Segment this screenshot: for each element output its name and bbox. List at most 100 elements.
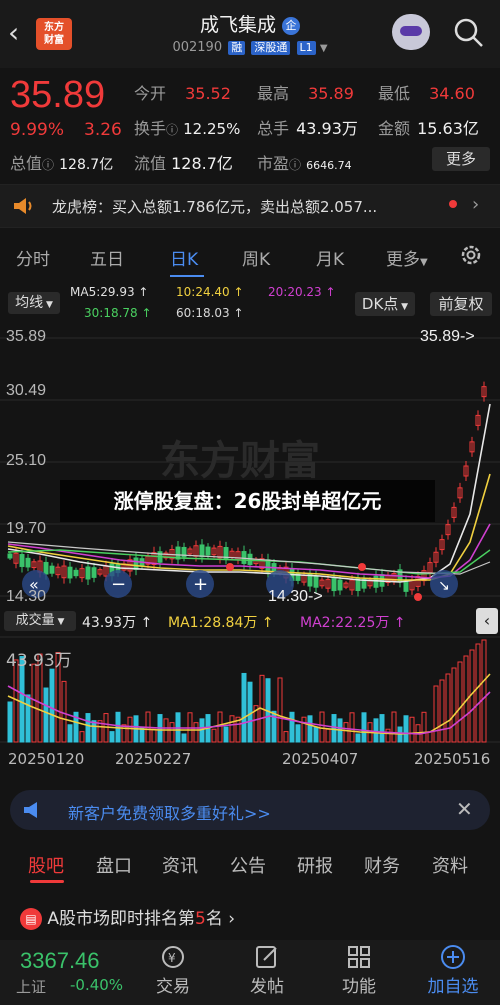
search-icon[interactable] bbox=[452, 16, 486, 50]
dk-marker[interactable] bbox=[358, 563, 366, 571]
dk-point-button[interactable]: DK点 ▼ bbox=[355, 292, 415, 316]
volume-bar bbox=[151, 728, 157, 743]
low-row: 最低 34.60 bbox=[378, 80, 475, 104]
volume-bar bbox=[349, 712, 355, 743]
tab-pankou[interactable]: 盘口 bbox=[96, 852, 132, 878]
tab-news[interactable]: 资讯 bbox=[162, 852, 198, 878]
candle-body bbox=[337, 579, 343, 591]
speaker-icon bbox=[14, 198, 32, 214]
float-cap-label: 流值 bbox=[134, 154, 167, 173]
y-axis-label: 30.49 bbox=[6, 382, 47, 399]
volume-bar bbox=[229, 715, 235, 743]
index-change: -0.40% bbox=[70, 976, 124, 994]
candle-body bbox=[313, 575, 319, 588]
trade-icon[interactable]: ¥ bbox=[160, 944, 186, 970]
volume-bar bbox=[319, 711, 325, 743]
tab-more-label: 更多 bbox=[386, 250, 420, 270]
volume-bar bbox=[331, 714, 337, 743]
unread-dot bbox=[449, 200, 457, 208]
volume-bar bbox=[421, 711, 427, 743]
x-axis-date: 20250227 bbox=[115, 750, 192, 768]
rank-text: A股市场即时排名第 bbox=[47, 909, 196, 929]
low-price-marker: 14.30-> bbox=[268, 588, 323, 605]
amount-row: 金额 15.63亿 bbox=[378, 115, 479, 139]
volume-bar bbox=[325, 728, 331, 743]
volume-bar bbox=[355, 733, 361, 743]
high-label: 最高 bbox=[257, 84, 290, 103]
candle-body bbox=[67, 566, 73, 579]
index-value[interactable]: 3367.46 bbox=[20, 948, 100, 974]
float-cap-value: 128.7亿 bbox=[171, 154, 233, 173]
candle-body bbox=[49, 565, 55, 574]
more-button[interactable]: 更多 bbox=[432, 147, 490, 171]
volume-indicator-select[interactable]: 成交量 ▼ bbox=[4, 611, 76, 631]
settings-gear-icon[interactable] bbox=[458, 242, 484, 268]
stock-code: 002190 bbox=[172, 40, 223, 55]
promo-text[interactable]: 新客户免费领取多重好礼>> bbox=[68, 800, 271, 824]
volume-bar bbox=[25, 694, 31, 743]
compose-icon[interactable] bbox=[254, 944, 280, 970]
candle-body bbox=[91, 567, 97, 578]
level-tag: L1 bbox=[296, 41, 316, 55]
amount-label: 金额 bbox=[378, 119, 411, 138]
active-section-indicator bbox=[30, 880, 64, 883]
volume-bar bbox=[307, 715, 313, 743]
volume-bar bbox=[247, 681, 253, 743]
tab-finance[interactable]: 财务 bbox=[364, 852, 400, 878]
tab-weekly-k[interactable]: 周K bbox=[242, 245, 270, 270]
collapse-button[interactable]: ‹ bbox=[476, 608, 498, 634]
info-icon[interactable]: ⓘ bbox=[166, 123, 178, 137]
chevron-right-icon[interactable]: › bbox=[472, 194, 479, 215]
info-icon[interactable]: ⓘ bbox=[42, 158, 54, 172]
connect-tag: 深股通 bbox=[251, 41, 291, 55]
volume-max-label: 43.93万 bbox=[6, 651, 72, 671]
candle-body bbox=[205, 546, 211, 556]
tab-intraday[interactable]: 分时 bbox=[16, 245, 50, 270]
active-tab-indicator bbox=[170, 275, 204, 277]
dropdown-icon[interactable]: ▼ bbox=[320, 43, 328, 54]
volume-ma2: MA2:22.25万 ↑ bbox=[300, 615, 406, 631]
close-icon[interactable]: ✕ bbox=[456, 797, 473, 821]
nav-functions[interactable]: 功能 bbox=[324, 972, 394, 997]
tab-announcements[interactable]: 公告 bbox=[230, 852, 266, 878]
volume-bar bbox=[439, 679, 445, 743]
dk-marker[interactable] bbox=[226, 563, 234, 571]
x-axis-date: 20250120 bbox=[8, 750, 85, 768]
last-price: 35.89 bbox=[10, 74, 106, 116]
volume-bar bbox=[7, 701, 13, 743]
info-icon[interactable]: ⓘ bbox=[289, 158, 301, 172]
enterprise-badge: 企 bbox=[282, 17, 301, 35]
volume-bar bbox=[91, 720, 97, 743]
ma60-value: 60:18.03 ↑ bbox=[176, 306, 244, 320]
nav-trade[interactable]: 交易 bbox=[138, 972, 208, 997]
tab-more[interactable]: 更多▼ bbox=[386, 245, 428, 270]
pe-row: 市盈ⓘ 6646.74 bbox=[257, 150, 352, 174]
add-watchlist-icon[interactable] bbox=[440, 944, 466, 970]
assistant-robot-icon[interactable] bbox=[392, 14, 430, 50]
tab-research[interactable]: 研报 bbox=[297, 852, 333, 878]
volume-ma1: MA1:28.84万 ↑ bbox=[168, 615, 274, 631]
apps-icon[interactable] bbox=[346, 944, 372, 970]
tab-five-day[interactable]: 五日 bbox=[90, 245, 124, 270]
volume-bar bbox=[433, 685, 439, 743]
news-headline-overlay[interactable]: 涨停股复盘：26股封单超亿元 bbox=[60, 480, 435, 522]
dk-marker[interactable] bbox=[414, 593, 422, 601]
tab-profile[interactable]: 资料 bbox=[432, 852, 468, 878]
candle-body bbox=[85, 566, 91, 580]
volume-bar bbox=[475, 643, 481, 743]
nav-add-watchlist[interactable]: 加自选 bbox=[418, 972, 488, 997]
volume-bar bbox=[343, 722, 349, 743]
volume-bar bbox=[31, 663, 37, 743]
tab-monthly-k[interactable]: 月K bbox=[316, 245, 344, 270]
nav-post[interactable]: 发帖 bbox=[232, 972, 302, 997]
market-rank[interactable]: ▤ A股市场即时排名第5名 › bbox=[20, 904, 235, 930]
tab-guba[interactable]: 股吧 bbox=[28, 852, 64, 878]
dragon-tiger-text[interactable]: 龙虎榜：买入总额1.786亿元，卖出总额2.057... bbox=[52, 196, 432, 217]
tab-daily-k[interactable]: 日K bbox=[170, 245, 198, 270]
volume-chart[interactable] bbox=[0, 636, 500, 744]
kline-chart[interactable]: 东方财富 « − + ↘ bbox=[0, 324, 500, 610]
total-cap-label: 总值 bbox=[10, 154, 43, 173]
indicator-select[interactable]: 均线 ▼ bbox=[8, 292, 60, 314]
open-label: 今开 bbox=[134, 84, 167, 103]
adjust-button[interactable]: 前复权 bbox=[430, 292, 492, 316]
